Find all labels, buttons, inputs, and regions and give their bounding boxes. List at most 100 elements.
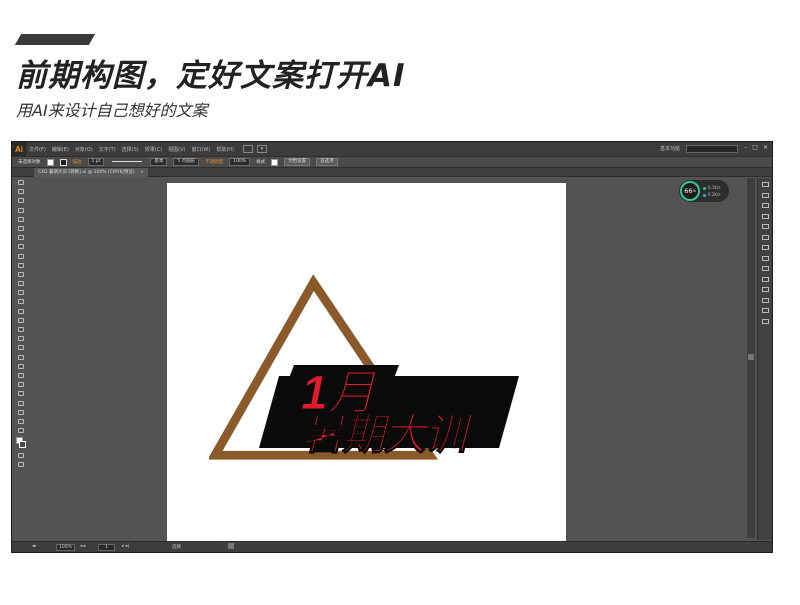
color-mode-icon[interactable]	[18, 453, 24, 459]
layers-panel-icon[interactable]	[761, 308, 769, 313]
illustrator-window: Ai 文件(F) 编辑(E) 对象(O) 文字(T) 选择(S) 效果(C) 视…	[11, 141, 773, 553]
horizontal-scroll-thumb[interactable]	[228, 543, 234, 549]
page-field[interactable]: 1	[98, 544, 115, 551]
menu-edit[interactable]: 编辑(E)	[52, 146, 69, 153]
mesh-tool-icon[interactable]	[18, 345, 24, 351]
symbols-panel-icon[interactable]	[761, 224, 769, 229]
pencil-tool-icon[interactable]	[18, 262, 24, 268]
style-label: 样式	[256, 160, 266, 165]
magic-wand-tool-icon[interactable]	[18, 198, 24, 204]
scale-tool-icon[interactable]	[18, 299, 24, 305]
arrange-documents-icon[interactable]: ▾	[257, 145, 267, 153]
pathfinder-panel-icon[interactable]	[761, 297, 769, 303]
menu-object[interactable]: 对象(O)	[75, 146, 93, 153]
screen-mode-icon[interactable]	[18, 462, 24, 468]
menu-select[interactable]: 选择(S)	[122, 146, 139, 153]
cpu-gauge: 66%	[680, 181, 700, 201]
type-tool-icon[interactable]	[18, 225, 24, 231]
menu-view[interactable]: 视图(V)	[168, 146, 185, 153]
perspective-grid-tool-icon[interactable]	[18, 336, 24, 342]
download-dot-icon	[703, 193, 706, 197]
menu-window[interactable]: 窗口(W)	[191, 146, 210, 153]
shape-builder-tool-icon[interactable]	[18, 327, 24, 332]
document-tab-title: C4D 暑期大训 [转换].ai @ 100% (CMYK/预览)	[38, 170, 135, 175]
artboard-tool-icon[interactable]	[18, 400, 24, 406]
graphic-style-swatch[interactable]	[271, 158, 279, 166]
opacity-label[interactable]: 不透明度	[205, 159, 223, 165]
paintbrush-tool-icon[interactable]	[18, 253, 24, 259]
pen-tool-icon[interactable]	[18, 216, 24, 222]
swatches-panel-icon[interactable]	[761, 203, 769, 208]
stroke-indicator[interactable]	[19, 441, 26, 449]
preferences-button[interactable]: 首选项	[316, 158, 338, 166]
appearance-panel-icon[interactable]	[761, 276, 769, 282]
zoom-field[interactable]: 100%	[56, 544, 75, 551]
menu-file[interactable]: 文件(F)	[29, 146, 46, 153]
panel-dock	[757, 178, 772, 540]
close-button[interactable]: ✕	[763, 144, 768, 151]
variable-width-profile[interactable]	[110, 160, 144, 165]
tab-close-icon[interactable]: ×	[140, 170, 144, 175]
bridge-icon[interactable]	[243, 145, 253, 153]
direct-selection-tool-icon[interactable]	[18, 189, 24, 195]
width-tool-icon[interactable]	[18, 308, 24, 314]
maximize-button[interactable]: □	[752, 144, 758, 151]
menu-effect[interactable]: 效果(C)	[145, 146, 162, 153]
free-transform-tool-icon[interactable]	[18, 317, 24, 323]
workspace-switcher[interactable]: 基本功能	[660, 145, 680, 152]
cpu-value: 66	[684, 187, 693, 195]
accent-bar	[14, 34, 96, 45]
column-graph-tool-icon[interactable]	[18, 391, 24, 397]
line-tool-icon[interactable]	[18, 235, 24, 241]
color-panel-icon[interactable]	[761, 182, 769, 187]
document-setup-button[interactable]: 文档设置	[284, 158, 311, 166]
brushes-panel-icon[interactable]	[761, 213, 769, 219]
zoom-tool-icon[interactable]	[18, 428, 24, 434]
fill-swatch[interactable]	[46, 158, 54, 166]
title-bar: Ai 文件(F) 编辑(E) 对象(O) 文字(T) 选择(S) 效果(C) 视…	[12, 142, 772, 156]
hand-tool-icon[interactable]	[18, 418, 24, 424]
brush-definition[interactable]: 基本	[150, 158, 168, 166]
eyedropper-tool-icon[interactable]	[18, 363, 24, 369]
zoom-arrow-icon[interactable]: ◂▸	[32, 544, 37, 549]
poster-artwork[interactable]: 1月 暑期大训	[209, 267, 519, 467]
rotate-tool-icon[interactable]	[18, 290, 24, 296]
help-search-input[interactable]	[686, 145, 738, 153]
vertical-scrollbar[interactable]	[747, 178, 755, 538]
slice-tool-icon[interactable]	[18, 409, 24, 415]
style-dot-field[interactable]: 5 点圆形	[173, 158, 200, 166]
stroke-swatch[interactable]	[59, 158, 67, 166]
minimize-button[interactable]: –	[744, 144, 747, 151]
stroke-label[interactable]: 描边	[73, 159, 82, 165]
lasso-tool-icon[interactable]	[18, 207, 24, 213]
rectangle-tool-icon[interactable]	[18, 244, 24, 250]
horizontal-scrollbar[interactable]	[222, 542, 746, 550]
blob-brush-tool-icon[interactable]	[18, 271, 24, 277]
window-controls: – □ ✕	[744, 144, 768, 151]
artboard[interactable]: 1月 暑期大训	[167, 183, 566, 545]
vertical-scroll-thumb[interactable]	[748, 354, 754, 360]
page-nav-icon[interactable]: ◂ ▸	[80, 544, 86, 549]
selection-tool-icon[interactable]	[18, 180, 24, 185]
fill-stroke-indicator[interactable]	[16, 437, 26, 449]
page-next-icon[interactable]: ▸ ▸|	[122, 544, 129, 549]
blend-tool-icon[interactable]	[18, 372, 24, 378]
eraser-tool-icon[interactable]	[18, 281, 24, 287]
color-guide-panel-icon[interactable]	[761, 192, 769, 198]
performance-widget: 66% 0.1K/s 0.2K/s	[679, 180, 729, 202]
menu-type[interactable]: 文字(T)	[99, 146, 116, 153]
document-tab[interactable]: C4D 暑期大训 [转换].ai @ 100% (CMYK/预览) ×	[34, 168, 148, 177]
document-tab-bar: C4D 暑期大训 [转换].ai @ 100% (CMYK/预览) ×	[12, 168, 772, 177]
selection-status: 未选择对象	[18, 160, 41, 165]
opacity-field[interactable]: 100%	[229, 158, 251, 166]
symbol-sprayer-tool-icon[interactable]	[18, 382, 24, 388]
menu-help[interactable]: 帮助(H)	[216, 146, 234, 153]
gradient-tool-icon[interactable]	[18, 354, 24, 360]
graphic-styles-panel-icon[interactable]	[761, 234, 769, 240]
stroke-panel-icon[interactable]	[761, 245, 769, 250]
transparency-panel-icon[interactable]	[761, 266, 769, 271]
align-panel-icon[interactable]	[761, 287, 769, 292]
artboards-panel-icon[interactable]	[761, 318, 769, 324]
stroke-weight-field[interactable]: 1 pt	[87, 158, 105, 166]
gradient-panel-icon[interactable]	[761, 255, 769, 261]
